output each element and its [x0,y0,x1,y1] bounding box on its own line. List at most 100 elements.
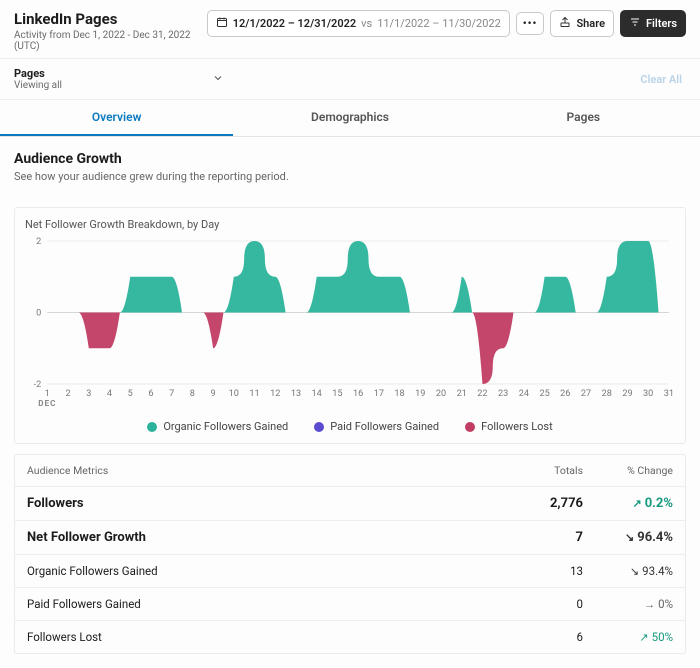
legend-organic: Organic Followers Gained [147,420,288,433]
metric-name: Followers Lost [27,630,503,644]
filters-label: Filters [646,17,677,30]
svg-text:7: 7 [169,389,174,399]
page-subtitle: Activity from Dec 1, 2022 - Dec 31, 2022… [14,30,207,52]
metric-change: ↗ 0.2% [583,496,673,511]
metrics-header-name: Audience Metrics [27,464,503,477]
pages-filter-label: Pages [14,67,62,80]
metric-total: 2,776 [503,496,583,511]
svg-text:0: 0 [36,309,41,319]
metric-change: ↗ 50% [583,630,673,644]
metrics-header-totals: Totals [503,464,583,477]
metric-total: 0 [503,597,583,611]
section-desc: See how your audience grew during the re… [14,170,686,183]
chart-card: Net Follower Growth Breakdown, by Day -2… [14,207,686,444]
date-range-primary: 12/1/2022 – 12/31/2022 [233,17,356,30]
legend-lost: Followers Lost [465,420,553,433]
clear-all-button[interactable]: Clear All [640,73,682,86]
date-range-compare: 11/1/2022 – 11/30/2022 [377,17,501,30]
trend-up-icon: ↗ [632,497,641,510]
svg-text:17: 17 [374,389,384,399]
metrics-row: Followers2,776 ↗ 0.2% [15,487,685,521]
svg-text:6: 6 [148,389,153,399]
share-icon [559,16,571,31]
trend-down-icon: ↘ [625,531,634,544]
metrics-row: Paid Followers Gained0→0% [15,588,685,621]
svg-text:DEC: DEC [38,399,56,408]
svg-text:24: 24 [519,389,529,399]
svg-text:13: 13 [291,389,301,399]
svg-text:2: 2 [36,237,41,247]
chevron-down-icon [212,72,224,87]
metrics-header-change: % Change [583,464,673,477]
legend-label-organic: Organic Followers Gained [163,420,288,433]
pages-filter-dropdown[interactable]: Pages Viewing all [14,67,224,91]
svg-text:23: 23 [498,389,508,399]
metrics-header: Audience Metrics Totals % Change [15,455,685,487]
svg-text:22: 22 [477,389,487,399]
svg-text:26: 26 [560,389,570,399]
tab-overview[interactable]: Overview [0,100,233,136]
svg-text:8: 8 [190,389,195,399]
svg-text:11: 11 [249,389,259,399]
metric-pct: 0.2% [645,496,673,511]
svg-text:31: 31 [664,389,674,399]
svg-text:15: 15 [332,389,342,399]
metric-change: ↘96.4% [583,530,673,545]
svg-text:20: 20 [436,389,446,399]
svg-text:2: 2 [65,389,70,399]
svg-text:9: 9 [211,389,216,399]
svg-text:30: 30 [643,389,653,399]
metric-pct: 0% [658,597,673,611]
metric-total: 13 [503,564,583,578]
svg-text:-2: -2 [34,380,42,390]
svg-text:29: 29 [622,389,632,399]
tab-pages[interactable]: Pages [467,100,700,136]
legend-label-paid: Paid Followers Gained [330,420,439,433]
metrics-row: Net Follower Growth7↘96.4% [15,521,685,555]
trend-flat-icon: → [644,598,655,611]
filters-button[interactable]: Filters [620,10,686,37]
metric-name: Organic Followers Gained [27,564,503,578]
svg-text:21: 21 [457,389,467,399]
svg-text:16: 16 [353,389,363,399]
tab-demographics[interactable]: Demographics [233,100,466,136]
chart-title: Net Follower Growth Breakdown, by Day [25,218,675,231]
metric-name: Net Follower Growth [27,530,503,545]
svg-text:25: 25 [539,389,549,399]
metric-change: ↘93.4% [583,564,673,578]
chart-legend: Organic Followers Gained Paid Followers … [25,410,675,437]
svg-text:10: 10 [229,389,239,399]
share-button[interactable]: Share [550,10,614,37]
svg-text:3: 3 [86,389,91,399]
legend-swatch-lost [465,422,475,432]
filters-icon [629,16,641,31]
metrics-row: Organic Followers Gained13↘93.4% [15,555,685,588]
legend-swatch-paid [314,422,324,432]
date-range-vs: vs [361,17,372,30]
section-title: Audience Growth [14,151,686,167]
legend-swatch-organic [147,422,157,432]
svg-text:4: 4 [107,389,112,399]
metric-name: Followers [27,496,503,511]
svg-text:14: 14 [312,389,322,399]
metric-total: 7 [503,530,583,545]
date-range-button[interactable]: 12/1/2022 – 12/31/2022 vs 11/1/2022 – 11… [207,10,510,37]
metric-pct: 96.4% [637,530,673,545]
svg-text:12: 12 [270,389,280,399]
chart-area: -202123456789101112131415161718192021222… [25,235,675,410]
svg-text:19: 19 [415,389,425,399]
pages-filter-sub: Viewing all [14,80,62,91]
more-button[interactable]: ••• [516,12,545,35]
trend-up-icon: ↗ [639,631,648,644]
legend-label-lost: Followers Lost [481,420,553,433]
metric-total: 6 [503,630,583,644]
svg-text:5: 5 [128,389,133,399]
metrics-table: Audience Metrics Totals % Change Followe… [14,454,686,654]
metric-pct: 50% [652,630,673,644]
metrics-row: Followers Lost6 ↗ 50% [15,621,685,653]
svg-text:1: 1 [45,389,50,399]
legend-paid: Paid Followers Gained [314,420,439,433]
page-title: LinkedIn Pages [14,10,207,28]
share-label: Share [576,17,605,30]
tabs: Overview Demographics Pages [0,100,700,137]
